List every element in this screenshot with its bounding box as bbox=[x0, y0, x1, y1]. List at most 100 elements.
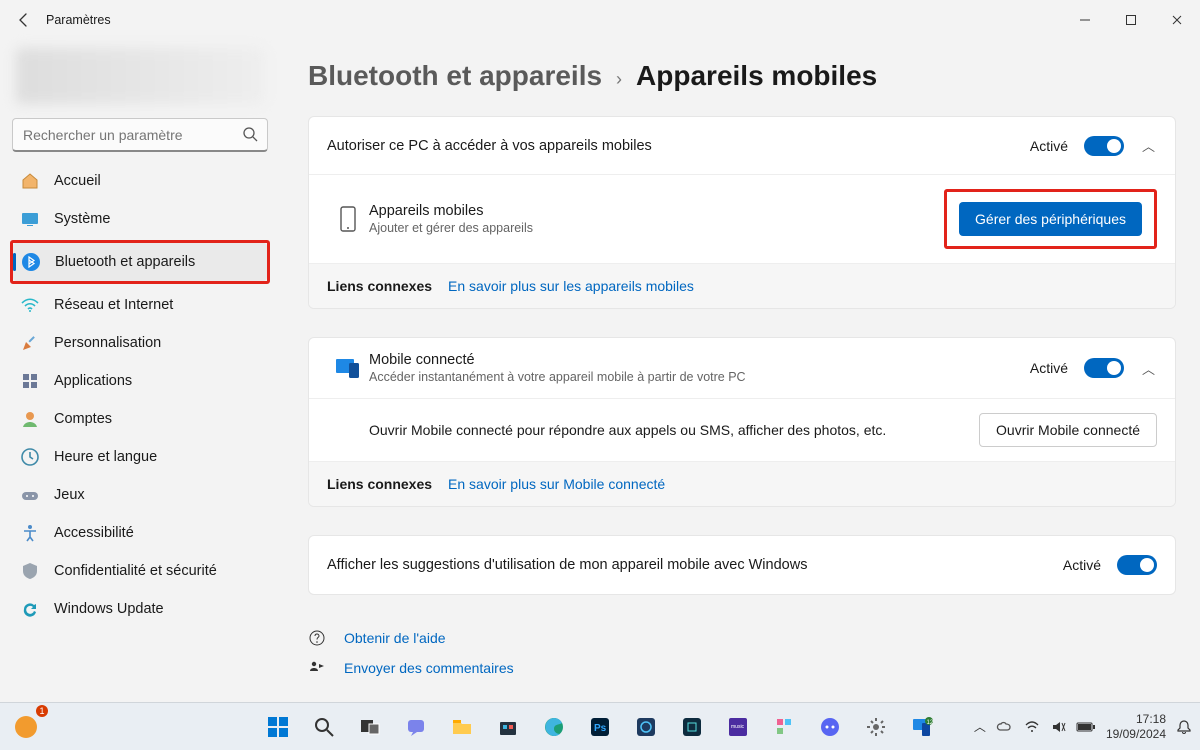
svg-text:Ps: Ps bbox=[594, 723, 607, 734]
related-links-row: Liens connexes En savoir plus sur Mobile… bbox=[309, 462, 1175, 506]
chat-app-icon[interactable] bbox=[810, 707, 850, 747]
chevron-up-icon[interactable]: ︿ bbox=[1140, 136, 1157, 155]
breadcrumb: Bluetooth et appareils › Appareils mobil… bbox=[308, 60, 1176, 92]
search-box[interactable] bbox=[12, 118, 268, 152]
search-icon bbox=[242, 126, 258, 142]
onedrive-icon[interactable] bbox=[996, 718, 1014, 736]
app-icon[interactable] bbox=[672, 707, 712, 747]
sidebar-item-apps[interactable]: Applications bbox=[12, 362, 268, 400]
home-icon bbox=[20, 171, 40, 191]
toggle-state-label: Activé bbox=[1030, 360, 1068, 376]
phone-icon bbox=[327, 206, 369, 232]
suggestions-toggle[interactable] bbox=[1117, 555, 1157, 575]
related-links-label: Liens connexes bbox=[327, 278, 432, 294]
sidebar-item-home[interactable]: Accueil bbox=[12, 162, 268, 200]
phone-link-sub: Accéder instantanément à votre appareil … bbox=[369, 370, 1030, 384]
maximize-button[interactable] bbox=[1108, 0, 1154, 40]
settings-icon[interactable] bbox=[856, 707, 896, 747]
allow-access-title: Autoriser ce PC à accéder à vos appareil… bbox=[327, 138, 1030, 154]
wifi-tray-icon[interactable] bbox=[1024, 719, 1040, 735]
app-icon[interactable] bbox=[764, 707, 804, 747]
sidebar-item-privacy[interactable]: Confidentialité et sécurité bbox=[12, 552, 268, 590]
paint-icon bbox=[20, 333, 40, 353]
get-help-link[interactable]: Obtenir de l'aide bbox=[344, 630, 446, 646]
sidebar-item-label: Accessibilité bbox=[54, 525, 134, 541]
music-icon[interactable]: music bbox=[718, 707, 758, 747]
arrow-left-icon bbox=[16, 12, 32, 28]
phone-link-icon bbox=[327, 357, 369, 379]
battery-tray-icon[interactable] bbox=[1076, 721, 1096, 733]
start-button[interactable] bbox=[258, 707, 298, 747]
chat-icon[interactable] bbox=[396, 707, 436, 747]
mobile-devices-sub: Ajouter et gérer des appareils bbox=[369, 221, 944, 235]
tray-clock[interactable]: 17:18 19/09/2024 bbox=[1106, 712, 1166, 741]
open-phone-link-text: Ouvrir Mobile connecté pour répondre aux… bbox=[369, 422, 979, 438]
photoshop-icon[interactable]: Ps bbox=[580, 707, 620, 747]
app-icon[interactable] bbox=[626, 707, 666, 747]
sidebar-item-label: Système bbox=[54, 211, 110, 227]
bluetooth-icon bbox=[21, 252, 41, 272]
back-button[interactable] bbox=[8, 4, 40, 36]
suggestions-text: Afficher les suggestions d'utilisation d… bbox=[327, 557, 1063, 573]
breadcrumb-parent[interactable]: Bluetooth et appareils bbox=[308, 60, 602, 92]
file-explorer-icon[interactable] bbox=[442, 707, 482, 747]
user-account-block[interactable] bbox=[16, 48, 264, 104]
sidebar-item-label: Heure et langue bbox=[54, 449, 157, 465]
taskbar-edge-icon[interactable] bbox=[6, 707, 46, 747]
task-view-icon[interactable] bbox=[350, 707, 390, 747]
phone-link-header-row[interactable]: Mobile connecté Accéder instantanément à… bbox=[309, 338, 1175, 399]
sidebar-item-label: Accueil bbox=[54, 173, 101, 189]
phone-link-taskbar-icon[interactable]: 12 bbox=[902, 707, 942, 747]
sidebar-item-accounts[interactable]: Comptes bbox=[12, 400, 268, 438]
sidebar-item-personalization[interactable]: Personnalisation bbox=[12, 324, 268, 362]
edge-icon[interactable] bbox=[534, 707, 574, 747]
notifications-icon[interactable] bbox=[1176, 719, 1192, 735]
taskbar-search-icon[interactable] bbox=[304, 707, 344, 747]
store-icon[interactable] bbox=[488, 707, 528, 747]
send-feedback-link[interactable]: Envoyer des commentaires bbox=[344, 660, 514, 676]
tray-date: 19/09/2024 bbox=[1106, 727, 1166, 741]
allow-access-header-row[interactable]: Autoriser ce PC à accéder à vos appareil… bbox=[309, 117, 1175, 175]
allow-access-toggle[interactable] bbox=[1084, 136, 1124, 156]
learn-more-phone-link-link[interactable]: En savoir plus sur Mobile connecté bbox=[448, 476, 665, 492]
sidebar-item-network[interactable]: Réseau et Internet bbox=[12, 286, 268, 324]
sidebar-item-gaming[interactable]: Jeux bbox=[12, 476, 268, 514]
accessibility-icon bbox=[20, 523, 40, 543]
sidebar-item-label: Confidentialité et sécurité bbox=[54, 563, 217, 579]
sidebar-item-accessibility[interactable]: Accessibilité bbox=[12, 514, 268, 552]
open-phone-link-row: Ouvrir Mobile connecté pour répondre aux… bbox=[309, 399, 1175, 462]
wifi-icon bbox=[20, 295, 40, 315]
mobile-devices-row: Appareils mobiles Ajouter et gérer des a… bbox=[309, 175, 1175, 264]
feedback-icon bbox=[308, 659, 330, 677]
close-button[interactable] bbox=[1154, 0, 1200, 40]
suggestions-card: Afficher les suggestions d'utilisation d… bbox=[308, 535, 1176, 595]
gamepad-icon bbox=[20, 485, 40, 505]
open-phone-link-button[interactable]: Ouvrir Mobile connecté bbox=[979, 413, 1157, 447]
minimize-button[interactable] bbox=[1062, 0, 1108, 40]
sidebar-item-label: Personnalisation bbox=[54, 335, 161, 351]
footer-links: Obtenir de l'aide Envoyer des commentair… bbox=[308, 623, 1176, 683]
sidebar-item-label: Applications bbox=[54, 373, 132, 389]
phone-link-card: Mobile connecté Accéder instantanément à… bbox=[308, 337, 1176, 507]
learn-more-mobile-devices-link[interactable]: En savoir plus sur les appareils mobiles bbox=[448, 278, 694, 294]
phone-link-title: Mobile connecté bbox=[369, 352, 1030, 368]
shield-icon bbox=[20, 561, 40, 581]
manage-devices-button[interactable]: Gérer des périphériques bbox=[959, 202, 1142, 236]
sidebar-item-bluetooth[interactable]: Bluetooth et appareils bbox=[13, 243, 267, 281]
sidebar-item-label: Comptes bbox=[54, 411, 112, 427]
allow-access-card: Autoriser ce PC à accéder à vos appareil… bbox=[308, 116, 1176, 309]
sidebar-item-time-language[interactable]: Heure et langue bbox=[12, 438, 268, 476]
main-content: Bluetooth et appareils › Appareils mobil… bbox=[280, 40, 1200, 702]
mobile-devices-title: Appareils mobiles bbox=[369, 203, 944, 219]
sidebar-item-label: Jeux bbox=[54, 487, 85, 503]
help-icon bbox=[308, 629, 330, 647]
tray-chevron-icon[interactable]: ︿ bbox=[974, 718, 986, 735]
chevron-up-icon[interactable]: ︿ bbox=[1140, 359, 1157, 378]
volume-tray-icon[interactable] bbox=[1050, 719, 1066, 735]
sidebar-item-windows-update[interactable]: Windows Update bbox=[12, 590, 268, 628]
search-input[interactable] bbox=[12, 118, 268, 152]
toggle-state-label: Activé bbox=[1030, 138, 1068, 154]
suggestions-row[interactable]: Afficher les suggestions d'utilisation d… bbox=[309, 536, 1175, 594]
sidebar-item-system[interactable]: Système bbox=[12, 200, 268, 238]
phone-link-toggle[interactable] bbox=[1084, 358, 1124, 378]
